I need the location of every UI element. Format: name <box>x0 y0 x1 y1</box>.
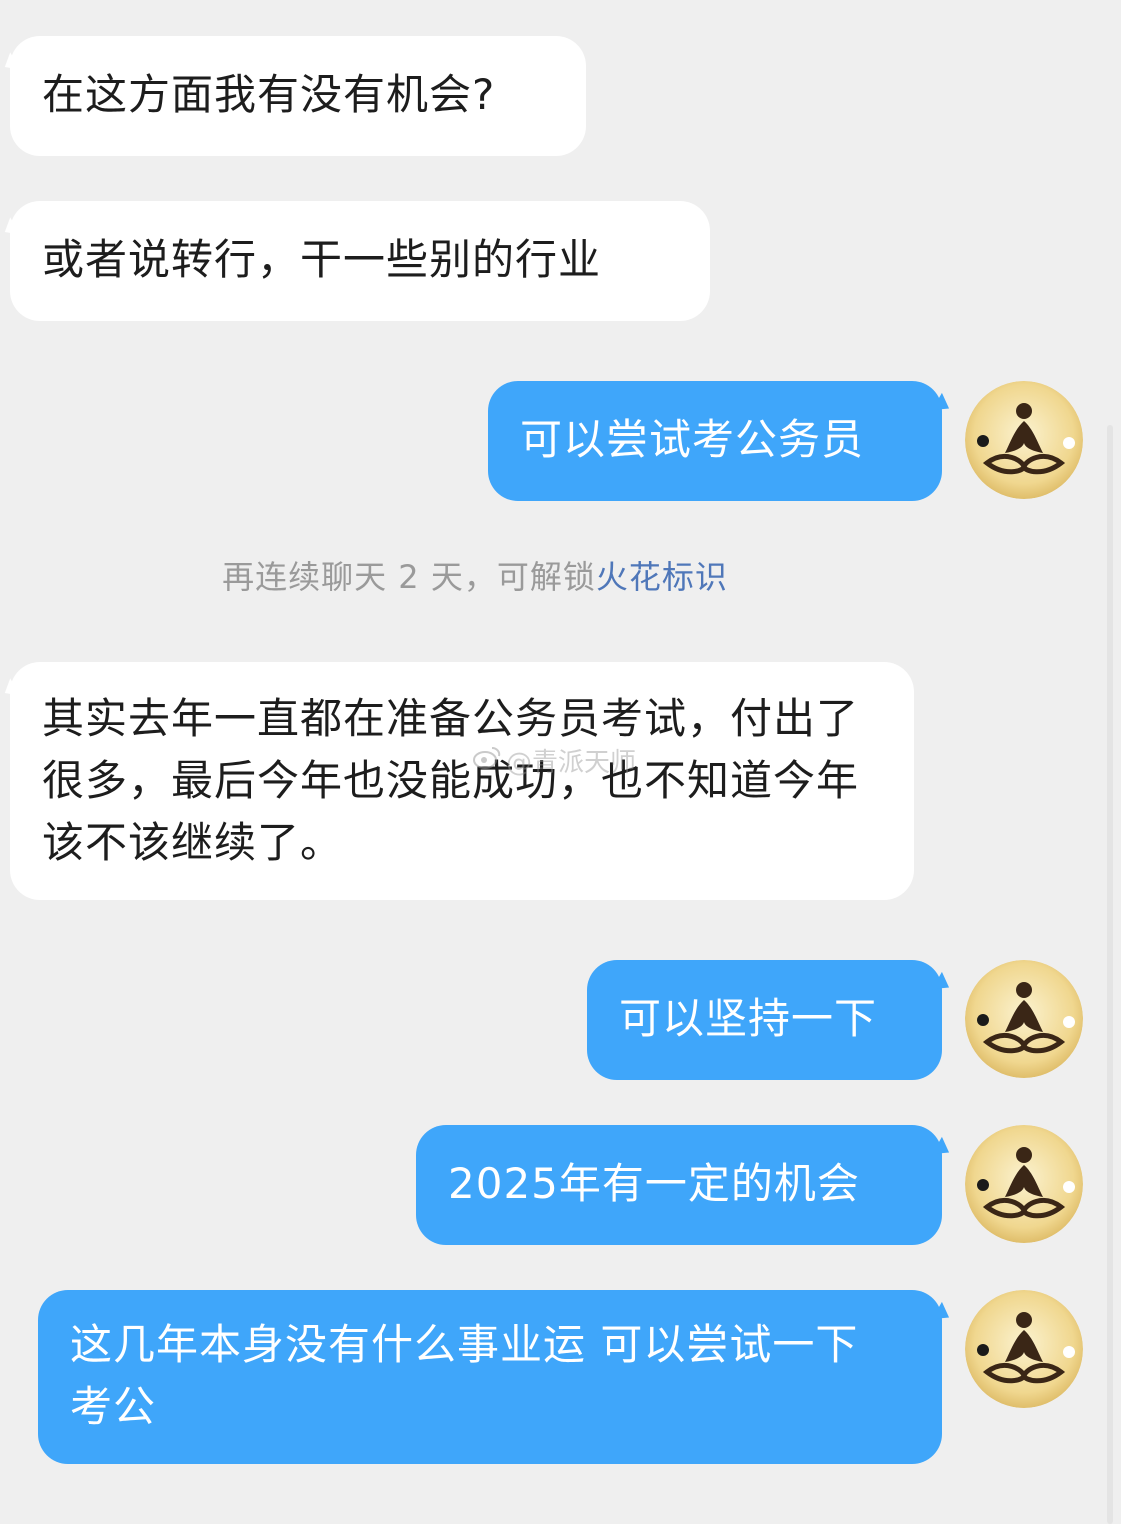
message-text: 可以坚持一下 <box>619 994 878 1043</box>
message-text: 这几年本身没有什么事业运 可以尝试一下考公 <box>70 1320 859 1431</box>
message-bubble-incoming[interactable]: 其实去年一直都在准备公务员考试，付出了很多，最后今年也没能成功，也不知道今年该不… <box>10 662 914 900</box>
spark-badge-link[interactable]: 火花标识 <box>596 558 728 596</box>
scrollbar[interactable] <box>1107 425 1113 1524</box>
message-text: 可以尝试考公务员 <box>520 415 865 464</box>
message-bubble-outgoing[interactable]: 可以坚持一下 <box>587 960 942 1080</box>
avatar[interactable] <box>965 1125 1083 1243</box>
system-notice-text: 再连续聊天 2 天，可解锁 <box>222 558 596 596</box>
message-bubble-incoming[interactable]: 在这方面我有没有机会? <box>10 36 586 156</box>
message-text: 或者说转行，干一些别的行业 <box>42 235 602 284</box>
meditating-figure-icon <box>965 1290 1083 1408</box>
message-text: 在这方面我有没有机会? <box>42 70 496 119</box>
message-text: 2025年有一定的机会 <box>448 1159 860 1208</box>
weibo-icon <box>472 744 502 777</box>
avatar[interactable] <box>965 381 1083 499</box>
avatar[interactable] <box>965 1290 1083 1408</box>
avatar[interactable] <box>965 960 1083 1078</box>
meditating-figure-icon <box>965 381 1083 499</box>
watermark: @青派天师 <box>472 742 636 779</box>
message-bubble-outgoing[interactable]: 这几年本身没有什么事业运 可以尝试一下考公 <box>38 1290 942 1464</box>
watermark-text: @青派天师 <box>506 748 637 778</box>
meditating-figure-icon <box>965 1125 1083 1243</box>
system-notice: 再连续聊天 2 天，可解锁火花标识 <box>0 552 950 598</box>
message-bubble-outgoing[interactable]: 可以尝试考公务员 <box>488 381 942 501</box>
meditating-figure-icon <box>965 960 1083 1078</box>
message-bubble-incoming[interactable]: 或者说转行，干一些别的行业 <box>10 201 710 321</box>
message-bubble-outgoing[interactable]: 2025年有一定的机会 <box>416 1125 942 1245</box>
message-text: 其实去年一直都在准备公务员考试，付出了很多，最后今年也没能成功，也不知道今年该不… <box>42 694 860 867</box>
